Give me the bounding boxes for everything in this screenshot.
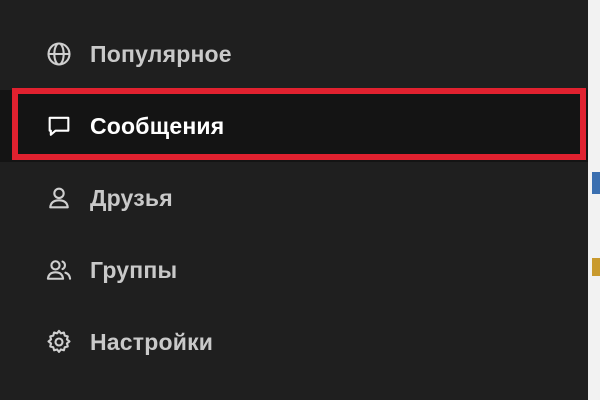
- sidebar-item-groups[interactable]: Группы: [0, 234, 588, 306]
- sidebar-item-label: Группы: [90, 256, 178, 283]
- globe-icon: [44, 39, 74, 69]
- message-icon: [44, 111, 74, 141]
- gear-icon: [44, 327, 74, 357]
- sidebar-item-messages[interactable]: Сообщения: [0, 90, 588, 162]
- sidebar-item-label: Популярное: [90, 40, 232, 67]
- sidebar-item-friends[interactable]: Друзья: [0, 162, 588, 234]
- sidebar-item-settings[interactable]: Настройки: [0, 306, 588, 378]
- group-icon: [44, 255, 74, 285]
- nav-menu: Популярное Сообщения Друзья Группы Настр…: [0, 18, 588, 378]
- sidebar-item-popular[interactable]: Популярное: [0, 18, 588, 90]
- sidebar-item-label: Друзья: [90, 184, 173, 211]
- sidebar-item-label: Сообщения: [90, 112, 225, 139]
- content-edge: [588, 0, 600, 400]
- sidebar-menu: Популярное Сообщения Друзья Группы Настр…: [0, 0, 588, 400]
- content-edge-accent: [592, 172, 600, 194]
- content-edge-accent: [592, 258, 600, 276]
- user-icon: [44, 183, 74, 213]
- sidebar-item-label: Настройки: [90, 328, 214, 355]
